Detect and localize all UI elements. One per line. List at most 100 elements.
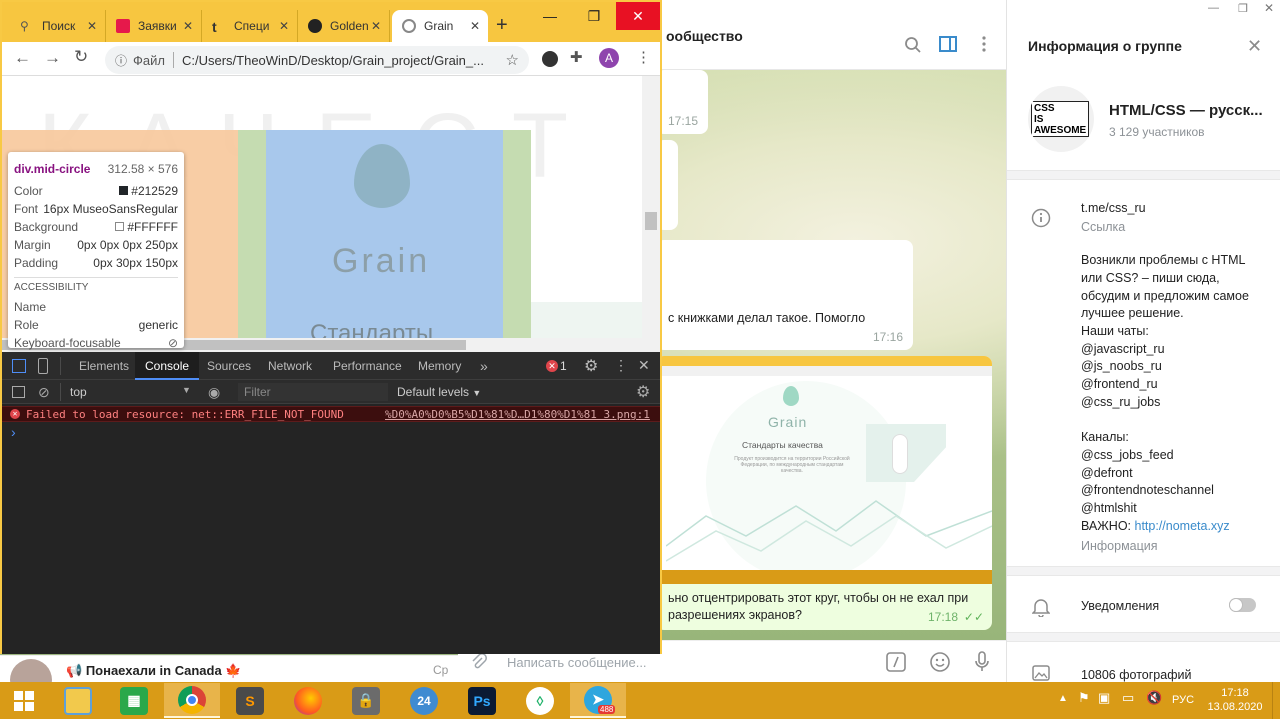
close-tab-icon[interactable]: ✕ bbox=[183, 19, 193, 33]
error-icon[interactable]: ✕ bbox=[546, 360, 558, 372]
restore-icon[interactable]: ❐ bbox=[1238, 2, 1248, 15]
image-message[interactable]: Grain Стандарты качества Продукт произво… bbox=[656, 356, 992, 584]
tab-sources[interactable]: Sources bbox=[197, 352, 261, 380]
store-icon[interactable]: ▦ bbox=[106, 683, 162, 718]
levels-dropdown[interactable]: Default levels ▼ bbox=[397, 385, 481, 399]
notifications-toggle[interactable] bbox=[1229, 598, 1256, 612]
telegram-icon[interactable]: ➤ 488 bbox=[570, 683, 626, 718]
extension-icon[interactable] bbox=[542, 51, 558, 67]
close-devtools-icon[interactable]: ✕ bbox=[638, 357, 650, 374]
sublime-text-icon[interactable]: S bbox=[222, 683, 278, 718]
forward-icon[interactable]: → bbox=[44, 48, 61, 68]
channel-link[interactable]: @defront bbox=[1081, 465, 1133, 483]
new-tab-icon[interactable]: + bbox=[496, 14, 508, 37]
microphone-icon[interactable] bbox=[974, 650, 990, 674]
tab-elements[interactable]: Elements bbox=[69, 352, 139, 380]
close-window-icon[interactable]: ✕ bbox=[616, 2, 660, 30]
app-tray-icon[interactable]: ▣ bbox=[1098, 690, 1110, 706]
firefox-icon[interactable] bbox=[280, 683, 336, 718]
drop-app-icon[interactable]: ◊ bbox=[512, 683, 568, 718]
message-bubble[interactable]: с книжками делал такое. Помогло 17:16 bbox=[656, 240, 913, 350]
message-bubble[interactable]: 17:15 bbox=[656, 70, 708, 134]
close-tab-icon[interactable]: ✕ bbox=[371, 19, 381, 33]
emoji-icon[interactable] bbox=[929, 651, 951, 673]
group-link[interactable]: t.me/css_ru bbox=[1081, 200, 1146, 218]
profile-avatar[interactable]: A bbox=[599, 48, 619, 68]
scrollbar-thumb[interactable] bbox=[645, 212, 657, 230]
lock-app-icon[interactable]: 🔒 bbox=[338, 683, 394, 718]
tab-console[interactable]: Console bbox=[135, 352, 200, 380]
clock[interactable]: 17:18 13.08.2020 bbox=[1200, 686, 1270, 714]
browser-tab-active[interactable]: Grain ✕ bbox=[392, 10, 488, 42]
settings-gear-icon[interactable]: ⚙ bbox=[584, 356, 598, 376]
chat-link[interactable]: @frontend_ru bbox=[1081, 376, 1158, 394]
chat-link[interactable]: @js_noobs_ru bbox=[1081, 358, 1162, 376]
device-toolbar-icon[interactable] bbox=[38, 358, 48, 374]
chat-link[interactable]: @javascript_ru bbox=[1081, 341, 1165, 359]
photoshop-icon[interactable]: Ps bbox=[454, 683, 510, 718]
close-tab-icon[interactable]: ✕ bbox=[470, 19, 480, 33]
console-prompt[interactable]: › bbox=[11, 424, 16, 440]
error-source-link[interactable]: %D0%A0%D0%B5%D1%81%D…D1%80%D1%81 3.png:1 bbox=[385, 408, 650, 421]
minimize-icon[interactable]: — bbox=[1208, 2, 1219, 14]
settings-gear-icon[interactable]: ⚙ bbox=[636, 382, 650, 402]
minimize-icon[interactable]: — bbox=[528, 2, 572, 30]
search-icon[interactable] bbox=[904, 36, 928, 58]
context-select[interactable]: top bbox=[70, 385, 87, 399]
start-button[interactable] bbox=[0, 683, 48, 718]
chrome-icon[interactable] bbox=[164, 683, 220, 718]
chat-title[interactable]: ообщество bbox=[666, 28, 743, 44]
app-24-icon[interactable]: 24 bbox=[396, 683, 452, 718]
commands-icon[interactable] bbox=[886, 652, 906, 672]
volume-muted-icon[interactable]: 🔇 bbox=[1146, 690, 1162, 706]
channel-link[interactable]: @frontendnoteschannel bbox=[1081, 482, 1214, 500]
close-icon[interactable]: ✕ bbox=[1247, 36, 1262, 57]
close-tab-icon[interactable]: ✕ bbox=[279, 19, 289, 33]
browser-tab[interactable]: Golden ✕ bbox=[298, 10, 390, 42]
group-avatar[interactable]: CSS IS AWESOME bbox=[1028, 86, 1094, 152]
browser-tab[interactable]: Заявки ✕ bbox=[106, 10, 202, 42]
clear-console-icon[interactable]: ⊘ bbox=[38, 384, 50, 401]
console-error-row[interactable]: ✕ Failed to load resource: net::ERR_FILE… bbox=[2, 406, 660, 422]
browser-tab[interactable]: t Специ ✕ bbox=[202, 10, 298, 42]
menu-icon[interactable]: ⋮ bbox=[636, 48, 651, 66]
language-indicator[interactable]: РУС bbox=[1172, 694, 1194, 706]
sidebar-toggle-icon[interactable] bbox=[939, 36, 963, 58]
error-count[interactable]: 1 bbox=[560, 359, 567, 373]
tray-expand-icon[interactable]: ▲ bbox=[1058, 693, 1068, 704]
chat-link[interactable]: @css_ru_jobs bbox=[1081, 394, 1160, 412]
more-vertical-icon[interactable]: ⋮ bbox=[614, 357, 628, 374]
flag-icon[interactable]: ⚑ bbox=[1078, 690, 1090, 706]
scrollbar[interactable] bbox=[642, 76, 660, 352]
reload-icon[interactable]: ↻ bbox=[74, 47, 88, 67]
more-tabs-icon[interactable]: » bbox=[470, 352, 498, 380]
restore-icon[interactable]: ❐ bbox=[572, 2, 616, 30]
sidebar-toggle-icon[interactable] bbox=[12, 386, 25, 398]
chevron-down-icon[interactable]: ▼ bbox=[182, 385, 191, 395]
chat-list-item[interactable]: 📢 Понаехали in Canada 🍁 Ср bbox=[0, 655, 458, 701]
tab-performance[interactable]: Performance bbox=[323, 352, 412, 380]
channel-link[interactable]: @htmlshit bbox=[1081, 500, 1137, 518]
tab-memory[interactable]: Memory bbox=[408, 352, 471, 380]
back-icon[interactable]: ← bbox=[14, 48, 31, 68]
file-explorer-icon[interactable] bbox=[50, 683, 106, 718]
inspect-element-icon[interactable] bbox=[12, 359, 26, 373]
close-tab-icon[interactable]: ✕ bbox=[87, 19, 97, 33]
info-icon[interactable]: ⓘ bbox=[115, 52, 127, 69]
channel-link[interactable]: @css_jobs_feed bbox=[1081, 447, 1174, 465]
attach-icon[interactable] bbox=[470, 653, 488, 671]
close-window-icon[interactable]: ✕ bbox=[1264, 1, 1274, 15]
important-link[interactable]: http://nometa.xyz bbox=[1135, 519, 1230, 533]
show-desktop-button[interactable] bbox=[1272, 682, 1280, 719]
battery-icon[interactable]: ▭ bbox=[1122, 690, 1134, 706]
message-input[interactable]: Написать сообщение... bbox=[507, 655, 647, 670]
eye-icon[interactable]: ◉ bbox=[208, 384, 220, 401]
browser-tab[interactable]: ⚲ Поиск ✕ bbox=[10, 10, 106, 42]
more-vertical-icon[interactable] bbox=[982, 36, 1006, 58]
filter-input[interactable]: Filter bbox=[238, 383, 388, 401]
star-icon[interactable]: ☆ bbox=[506, 51, 519, 69]
address-bar[interactable]: ⓘ Файл C:/Users/TheoWinD/Desktop/Grain_p… bbox=[105, 46, 529, 74]
message-bubble-own[interactable]: ьно отцентрировать этот круг, чтобы он н… bbox=[656, 584, 992, 630]
tab-network[interactable]: Network bbox=[258, 352, 322, 380]
puzzle-icon[interactable]: ✚ bbox=[570, 48, 583, 66]
